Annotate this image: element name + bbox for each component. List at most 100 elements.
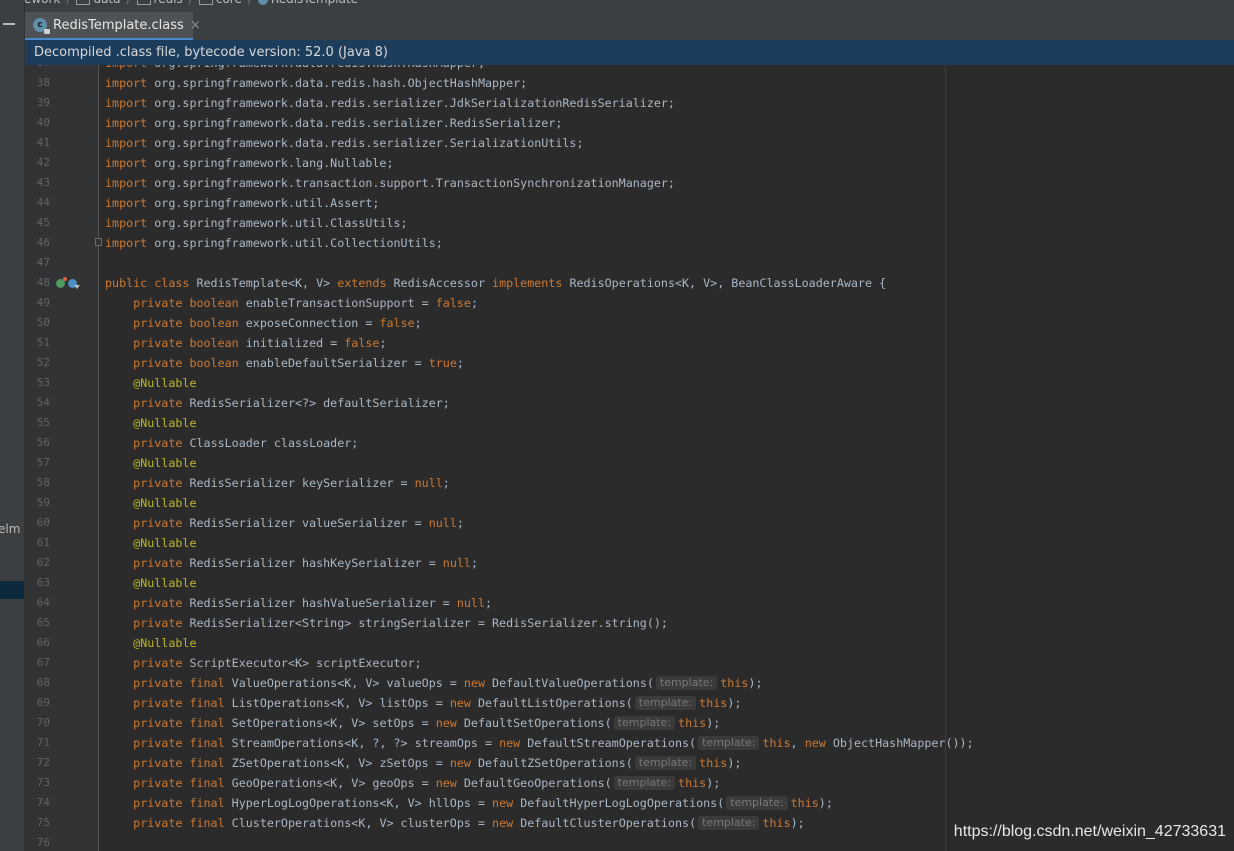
- code-keyword: private: [133, 596, 190, 610]
- code-token: DefaultGeoOperations(: [463, 776, 612, 790]
- code-line[interactable]: 51 private boolean initialized = false;: [25, 333, 1234, 353]
- code-text: private final GeoOperations<K, V> geoOps…: [105, 773, 720, 793]
- code-line[interactable]: 70 private final SetOperations<K, V> set…: [25, 713, 1234, 733]
- code-keyword: new: [449, 756, 478, 770]
- code-text: private ScriptExecutor<K> scriptExecutor…: [105, 653, 422, 673]
- code-line[interactable]: 40 import org.springframework.data.redis.…: [25, 113, 1234, 133]
- line-number: 56: [36, 436, 50, 449]
- code-text: private RedisSerializer hashKeySerialize…: [105, 553, 478, 573]
- code-line[interactable]: 59 @Nullable: [25, 493, 1234, 513]
- code-text: import org.springframework.data.redis.se…: [105, 113, 562, 133]
- breadcrumb-item[interactable]: core: [198, 0, 242, 6]
- code-token: RedisSerializer<?> defaultSerializer;: [189, 396, 450, 410]
- code-keyword: new: [435, 716, 464, 730]
- code-line[interactable]: 48 public class RedisTemplate<K, V> exten…: [25, 273, 1234, 293]
- line-number: 48: [36, 276, 50, 289]
- code-line[interactable]: 73 private final GeoOperations<K, V> geo…: [25, 773, 1234, 793]
- code-line[interactable]: 65 private RedisSerializer<String> strin…: [25, 613, 1234, 633]
- code-line[interactable]: 63 @Nullable: [25, 573, 1234, 593]
- code-token: org.springframework.data.redis.hash.Obje…: [154, 76, 528, 90]
- code-line[interactable]: 53 @Nullable: [25, 373, 1234, 393]
- close-icon[interactable]: ×: [190, 18, 201, 33]
- code-line[interactable]: 62 private RedisSerializer hashKeySerial…: [25, 553, 1234, 573]
- code-token: ZSetOperations<K, V> zSetOps =: [231, 756, 450, 770]
- code-token: org.springframework.data.redis.serialize…: [154, 96, 675, 110]
- watermark-text: https://blog.csdn.net/weixin_42733631: [953, 823, 1226, 840]
- code-text: import org.springframework.data.redis.ha…: [105, 73, 527, 93]
- code-line[interactable]: 38 import org.springframework.data.redis.…: [25, 73, 1234, 93]
- code-annotation: @Nullable: [133, 416, 197, 430]
- code-token: ValueOperations<K, V> valueOps =: [231, 676, 464, 690]
- code-keyword: false: [435, 296, 471, 310]
- breadcrumb-separator: /: [183, 0, 199, 6]
- code-token: ClassLoader classLoader;: [189, 436, 359, 450]
- code-text: private RedisSerializer hashValueSeriali…: [105, 593, 492, 613]
- code-line[interactable]: 52 private boolean enableDefaultSerializ…: [25, 353, 1234, 373]
- code-text: private boolean enableTransactionSupport…: [105, 293, 478, 313]
- code-line[interactable]: 43 import org.springframework.transaction…: [25, 173, 1234, 193]
- line-number: 50: [36, 316, 50, 329]
- code-keyword: extends: [337, 276, 394, 290]
- code-line[interactable]: 64 private RedisSerializer hashValueSeri…: [25, 593, 1234, 613]
- code-line[interactable]: 46 import org.springframework.util.Collec…: [25, 233, 1234, 253]
- code-line[interactable]: 49 private boolean enableTransactionSupp…: [25, 293, 1234, 313]
- fold-toggle-icon[interactable]: [95, 238, 102, 246]
- tab-label: RedisTemplate.class: [53, 17, 184, 33]
- editor-tab-redistemplate[interactable]: c RedisTemplate.class ×: [25, 12, 201, 38]
- code-line[interactable]: 67 private ScriptExecutor<K> scriptExecu…: [25, 653, 1234, 673]
- code-line[interactable]: 66 @Nullable: [25, 633, 1234, 653]
- code-token: RedisTemplate<K, V>: [196, 276, 338, 290]
- breadcrumb-item[interactable]: RedisTemplate: [257, 0, 358, 6]
- code-line[interactable]: 57 @Nullable: [25, 453, 1234, 473]
- code-keyword: private boolean: [133, 296, 246, 310]
- code-text: private RedisSerializer<String> stringSe…: [105, 613, 668, 633]
- code-line[interactable]: 44 import org.springframework.util.Assert…: [25, 193, 1234, 213]
- code-line[interactable]: 58 private RedisSerializer keySerializer…: [25, 473, 1234, 493]
- code-keyword: this: [720, 676, 749, 690]
- code-line[interactable]: 69 private final ListOperations<K, V> li…: [25, 693, 1234, 713]
- code-line[interactable]: 71 private final StreamOperations<K, ?, …: [25, 733, 1234, 753]
- code-line[interactable]: 72 private final ZSetOperations<K, V> zS…: [25, 753, 1234, 773]
- overridden-by-icon[interactable]: [68, 278, 80, 289]
- code-keyword: null: [456, 596, 485, 610]
- code-line[interactable]: 42 import org.springframework.lang.Nullab…: [25, 153, 1234, 173]
- code-line[interactable]: 60 private RedisSerializer valueSerializ…: [25, 513, 1234, 533]
- code-token: RedisOperations<K, V>, BeanClassLoaderAw…: [569, 276, 887, 290]
- breadcrumb-item[interactable]: redis: [136, 0, 183, 6]
- code-editor[interactable]: 37 import org.springframework.data.redis.…: [25, 65, 1234, 851]
- code-token: ;: [379, 336, 387, 350]
- code-line[interactable]: 47: [25, 253, 1234, 273]
- breadcrumb-item[interactable]: data: [76, 0, 120, 6]
- code-line[interactable]: 74 private final HyperLogLogOperations<K…: [25, 793, 1234, 813]
- code-line[interactable]: 54 private RedisSerializer<?> defaultSer…: [25, 393, 1234, 413]
- minimize-icon[interactable]: [3, 23, 15, 25]
- line-number: 64: [36, 596, 50, 609]
- project-tree-fragment[interactable]: elm: [0, 522, 20, 536]
- line-number: 47: [36, 256, 50, 269]
- code-line[interactable]: 41 import org.springframework.data.redis.…: [25, 133, 1234, 153]
- code-line[interactable]: 50 private boolean exposeConnection = fa…: [25, 313, 1234, 333]
- gutter-markers: [56, 273, 80, 293]
- code-token: RedisSerializer hashValueSerializer =: [189, 596, 457, 610]
- line-number: 42: [36, 156, 50, 169]
- code-line[interactable]: 39 import org.springframework.data.redis.…: [25, 93, 1234, 113]
- code-token: );: [727, 756, 742, 770]
- project-tree-selected-row[interactable]: [0, 581, 24, 599]
- code-line[interactable]: 37 import org.springframework.data.redis.…: [25, 65, 1234, 73]
- code-line[interactable]: 56 private ClassLoader classLoader;: [25, 433, 1234, 453]
- line-number: 49: [36, 296, 50, 309]
- code-annotation: @Nullable: [133, 576, 197, 590]
- code-line[interactable]: 61 @Nullable: [25, 533, 1234, 553]
- code-line[interactable]: 45 import org.springframework.util.ClassU…: [25, 213, 1234, 233]
- code-token: DefaultValueOperations(: [492, 676, 654, 690]
- implements-interface-icon[interactable]: [56, 276, 67, 288]
- code-keyword: import: [105, 76, 155, 90]
- line-number: 74: [36, 796, 50, 809]
- code-line[interactable]: 55 @Nullable: [25, 413, 1234, 433]
- code-keyword: import: [105, 136, 155, 150]
- code-line[interactable]: 68 private final ValueOperations<K, V> v…: [25, 673, 1234, 693]
- code-token: DefaultSetOperations(: [463, 716, 612, 730]
